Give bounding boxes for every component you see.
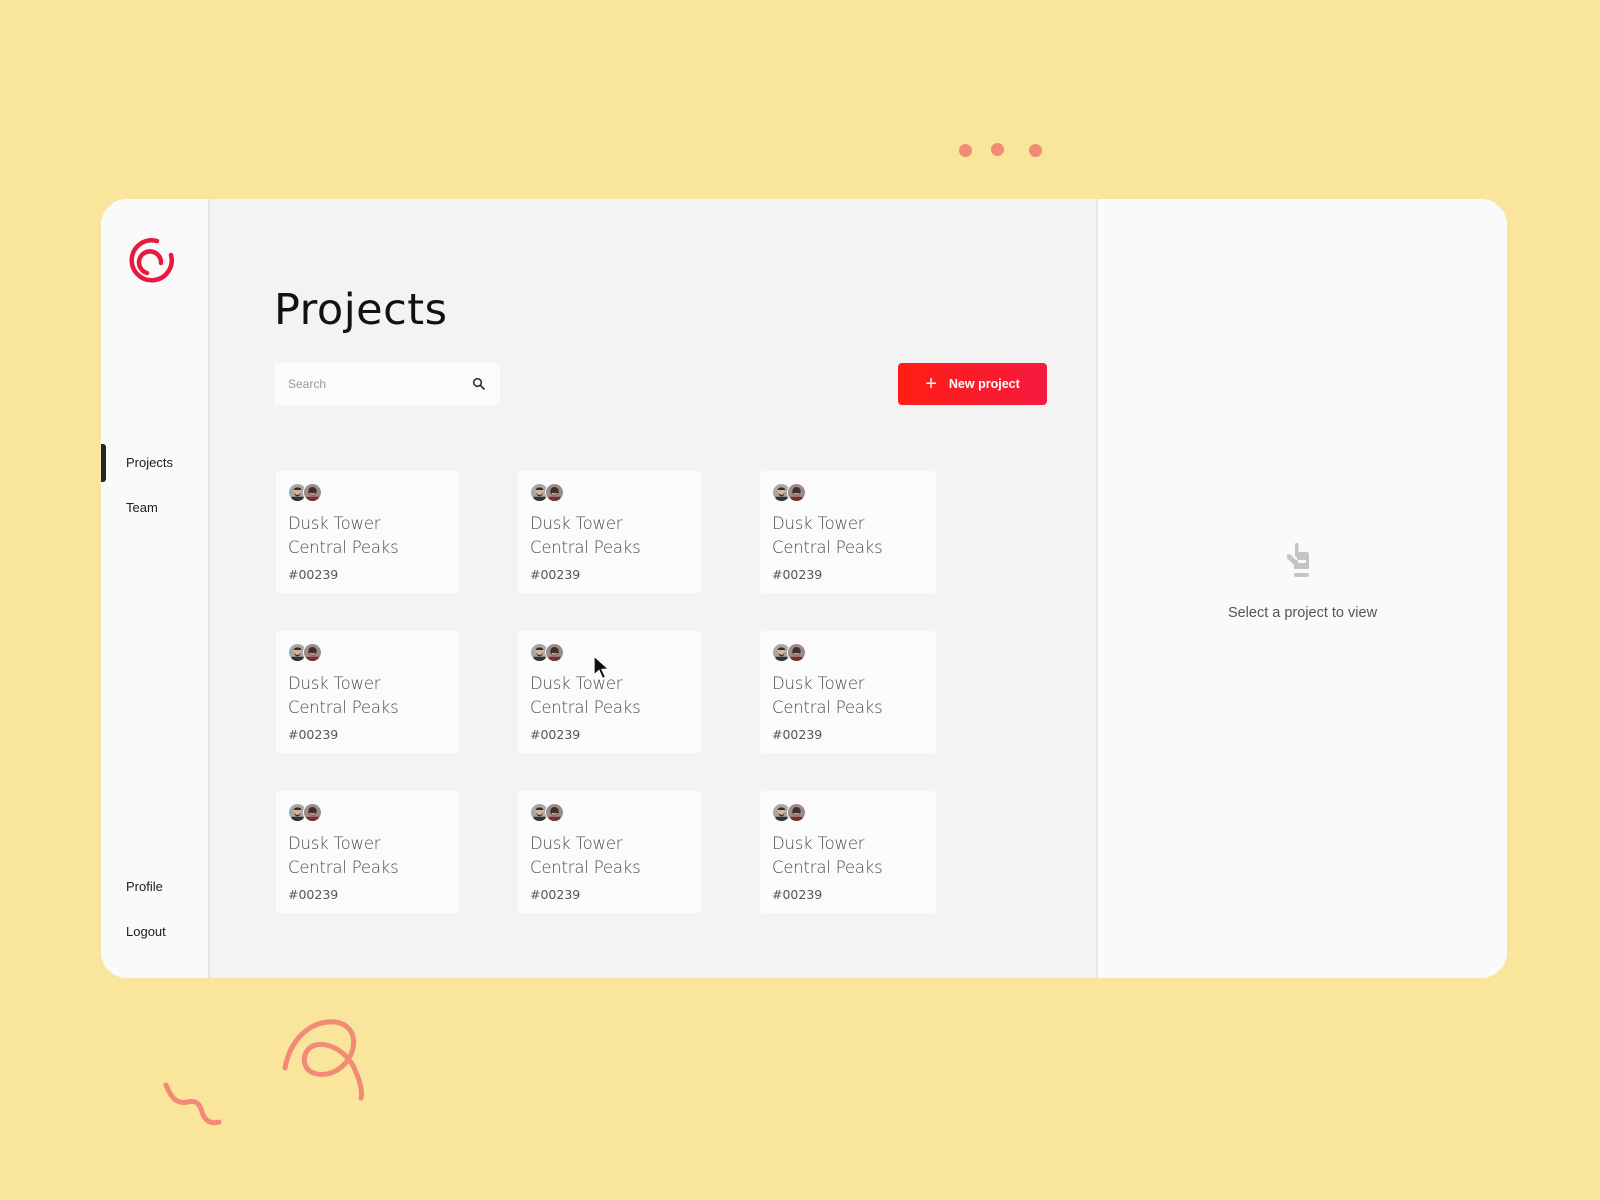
projects-panel: Projects + New project Dusk Tower Centra… (210, 199, 1098, 978)
project-name-line2: Central Peaks (530, 697, 641, 717)
project-id: #00239 (530, 727, 581, 742)
avatar-group (288, 643, 447, 663)
project-card[interactable]: Dusk Tower Central Peaks #00239 (276, 791, 459, 913)
avatar (303, 483, 322, 502)
project-card[interactable]: Dusk Tower Central Peaks #00239 (518, 631, 701, 753)
project-card[interactable]: Dusk Tower Central Peaks #00239 (518, 791, 701, 913)
project-name-line2: Central Peaks (772, 697, 883, 717)
app-window: Projects Team Profile Logout Projects + … (101, 199, 1507, 978)
new-project-button[interactable]: + New project (898, 363, 1047, 405)
project-id: #00239 (288, 727, 339, 742)
decoration-dot (959, 144, 972, 157)
project-name-line1: Dusk Tower (288, 514, 381, 533)
project-card[interactable]: Dusk Tower Central Peaks #00239 (760, 791, 936, 913)
avatar (787, 803, 806, 822)
project-name-line2: Central Peaks (772, 537, 883, 557)
plus-icon: + (925, 373, 937, 395)
search-icon[interactable] (472, 377, 486, 391)
avatar (787, 483, 806, 502)
project-detail-panel: Select a project to view (1098, 199, 1507, 978)
project-id: #00239 (288, 887, 339, 902)
project-name-line2: Central Peaks (530, 857, 641, 877)
project-card[interactable]: Dusk Tower Central Peaks #00239 (760, 471, 936, 593)
projects-grid: Dusk Tower Central Peaks #00239 Dusk Tow… (276, 471, 943, 913)
sidebar: Projects Team Profile Logout (101, 199, 210, 978)
brand-logo-icon (129, 238, 174, 283)
avatar (787, 643, 806, 662)
mouse-cursor-icon (593, 655, 610, 680)
project-id: #00239 (772, 887, 823, 902)
project-id: #00239 (530, 567, 581, 582)
project-name-line1: Dusk Tower (530, 834, 623, 853)
project-name-line1: Dusk Tower (288, 674, 381, 693)
avatar-group (288, 803, 447, 823)
project-id: #00239 (772, 567, 823, 582)
page-title: Projects (274, 285, 448, 335)
project-name-line2: Central Peaks (288, 697, 399, 717)
project-name-line1: Dusk Tower (288, 834, 381, 853)
avatar-group (772, 483, 924, 503)
project-id: #00239 (288, 567, 339, 582)
avatar (545, 643, 564, 662)
avatar (545, 483, 564, 502)
project-name-line1: Dusk Tower (772, 514, 865, 533)
active-nav-indicator (101, 444, 106, 482)
avatar (303, 803, 322, 822)
project-card[interactable]: Dusk Tower Central Peaks #00239 (276, 631, 459, 753)
project-id: #00239 (530, 887, 581, 902)
sidebar-item-profile[interactable]: Profile (126, 879, 163, 894)
empty-state-text: Select a project to view (1227, 605, 1378, 621)
avatar-group (772, 643, 924, 663)
sidebar-item-projects[interactable]: Projects (126, 455, 173, 470)
decoration-dot (991, 143, 1004, 156)
decoration-dot (1029, 144, 1042, 157)
avatar-group (530, 803, 689, 823)
avatar-group (772, 803, 924, 823)
avatar (545, 803, 564, 822)
project-name-line1: Dusk Tower (530, 514, 623, 533)
avatar (303, 643, 322, 662)
pointing-hand-icon (1287, 543, 1309, 577)
avatar-group (530, 483, 689, 503)
avatar-group (288, 483, 447, 503)
project-name-line2: Central Peaks (288, 537, 399, 557)
project-card[interactable]: Dusk Tower Central Peaks #00239 (760, 631, 936, 753)
sidebar-item-team[interactable]: Team (126, 500, 158, 515)
project-id: #00239 (772, 727, 823, 742)
project-card[interactable]: Dusk Tower Central Peaks #00239 (518, 471, 701, 593)
sidebar-item-logout[interactable]: Logout (126, 924, 166, 939)
project-card[interactable]: Dusk Tower Central Peaks #00239 (276, 471, 459, 593)
project-name-line2: Central Peaks (772, 857, 883, 877)
search-box[interactable] (274, 363, 500, 405)
project-name-line2: Central Peaks (288, 857, 399, 877)
project-name-line1: Dusk Tower (772, 674, 865, 693)
project-name-line1: Dusk Tower (772, 834, 865, 853)
project-name-line2: Central Peaks (530, 537, 641, 557)
search-input[interactable] (288, 377, 472, 391)
new-project-label: New project (948, 377, 1020, 391)
